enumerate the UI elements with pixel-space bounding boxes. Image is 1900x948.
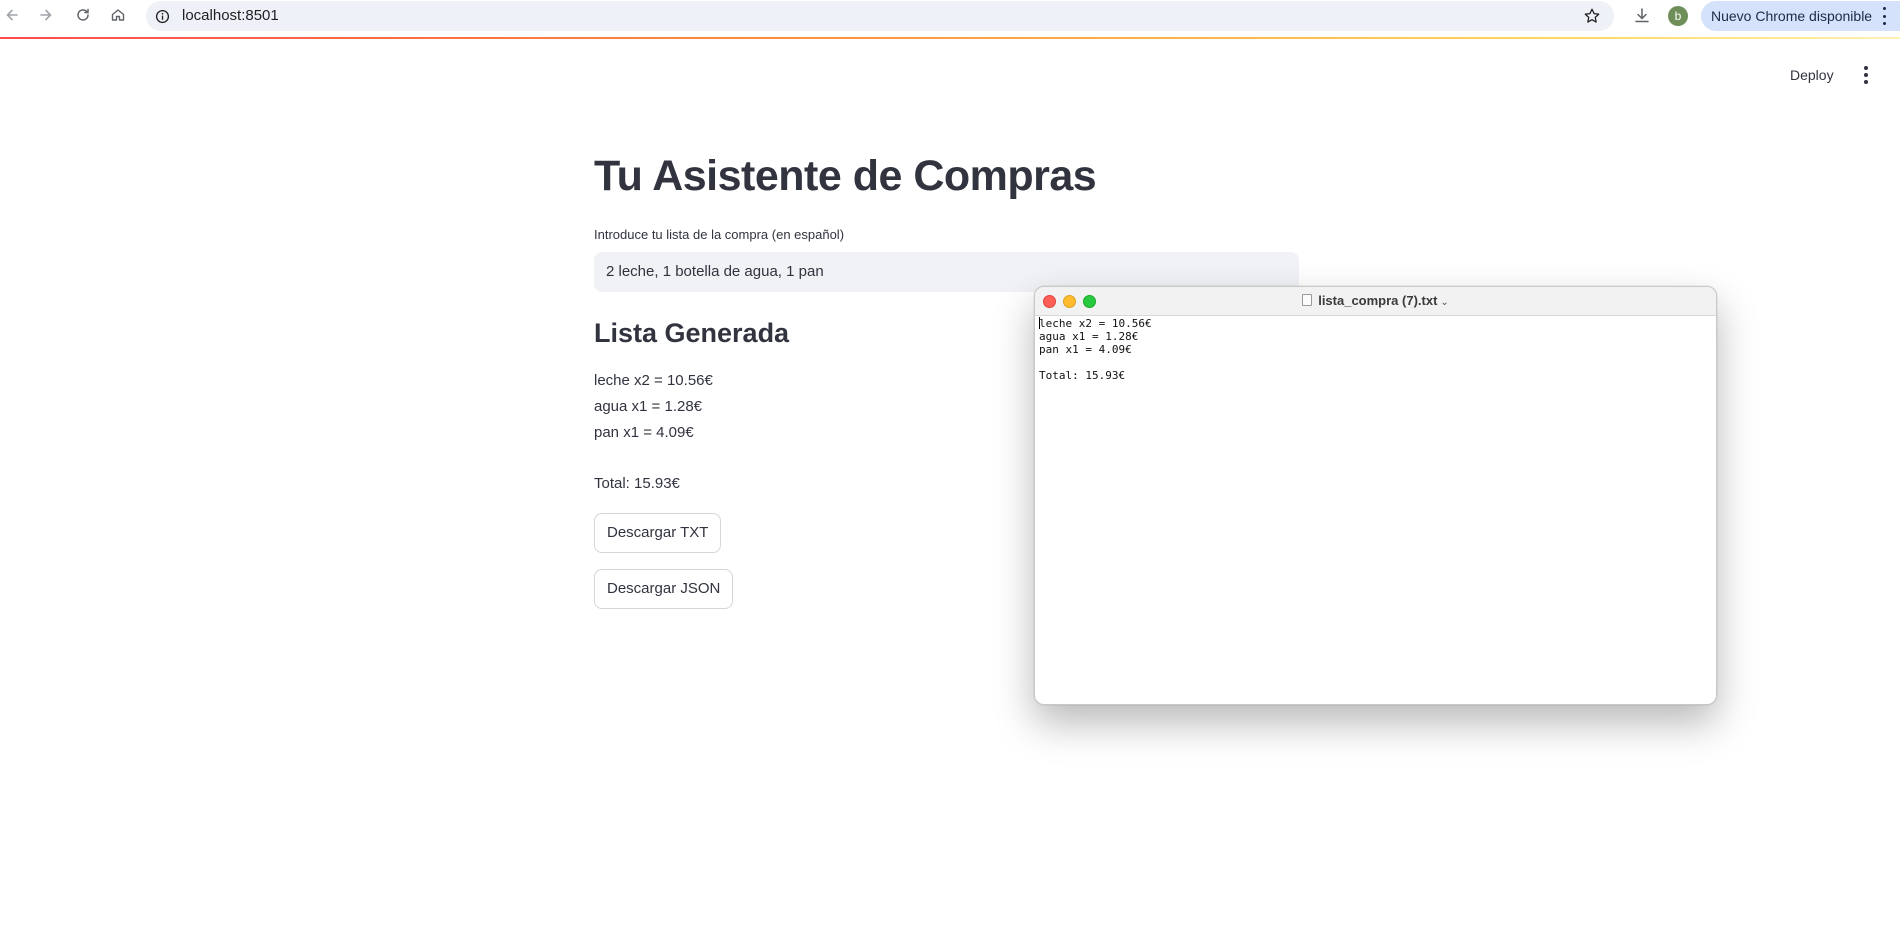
text-document[interactable]: leche x2 = 10.56€ agua x1 = 1.28€ pan x1 =… (1039, 316, 1712, 704)
forward-arrow-icon[interactable] (34, 3, 58, 27)
kebab-menu-icon[interactable] (1880, 7, 1888, 25)
home-icon[interactable] (106, 3, 130, 27)
chevron-down-icon[interactable]: ⌄ (1440, 297, 1448, 308)
document-icon (1302, 294, 1313, 306)
address-bar[interactable]: localhost:8501 (146, 1, 1614, 31)
section-title: Lista Generada (594, 318, 790, 348)
update-label: Nuevo Chrome disponible (1711, 8, 1873, 24)
deploy-button[interactable]: Deploy (1782, 61, 1842, 89)
textedit-window[interactable]: lista_compra (7).txt ⌄ leche x2 = 10.56€ a… (1034, 286, 1717, 705)
reload-icon[interactable] (71, 3, 95, 27)
list-item: leche x2 = 10.56€ (594, 372, 713, 389)
window-titlebar[interactable]: lista_compra (7).txt ⌄ (1035, 287, 1716, 316)
text-line: agua x1 = 1.28€ (1039, 330, 1139, 343)
window-title[interactable]: lista_compra (7).txt ⌄ (1035, 293, 1716, 308)
browser-toolbar: localhost:8501 b Nuevo Chrome disponible (0, 0, 1900, 38)
text-line (1039, 356, 1712, 369)
total-text: Total: 15.93€ (594, 475, 680, 492)
text-line: Total: 15.93€ (1039, 369, 1126, 382)
text-line: leche x2 = 10.56€ (1039, 317, 1152, 330)
download-icon[interactable] (1630, 4, 1654, 28)
input-label: Introduce tu lista de la compra (en espa… (594, 227, 845, 242)
info-icon[interactable] (154, 8, 170, 24)
download-txt-button[interactable]: Descargar TXT (594, 513, 722, 553)
main-menu-icon[interactable] (1858, 63, 1874, 87)
text-caret (1039, 317, 1040, 329)
window-filename: lista_compra (7).txt (1318, 293, 1438, 308)
page-title: Tu Asistente de Compras (594, 152, 1097, 200)
list-item: agua x1 = 1.28€ (594, 398, 703, 415)
star-icon[interactable] (1582, 6, 1602, 26)
download-json-button[interactable]: Descargar JSON (594, 569, 734, 609)
url-text[interactable]: localhost:8501 (182, 7, 279, 24)
avatar[interactable]: b (1668, 6, 1688, 26)
text-line: pan x1 = 4.09€ (1039, 343, 1132, 356)
back-arrow-icon[interactable] (0, 3, 24, 27)
chrome-update-button[interactable]: Nuevo Chrome disponible (1701, 1, 1900, 31)
app-decoration-bar (0, 37, 1900, 39)
list-item: pan x1 = 4.09€ (594, 424, 694, 441)
